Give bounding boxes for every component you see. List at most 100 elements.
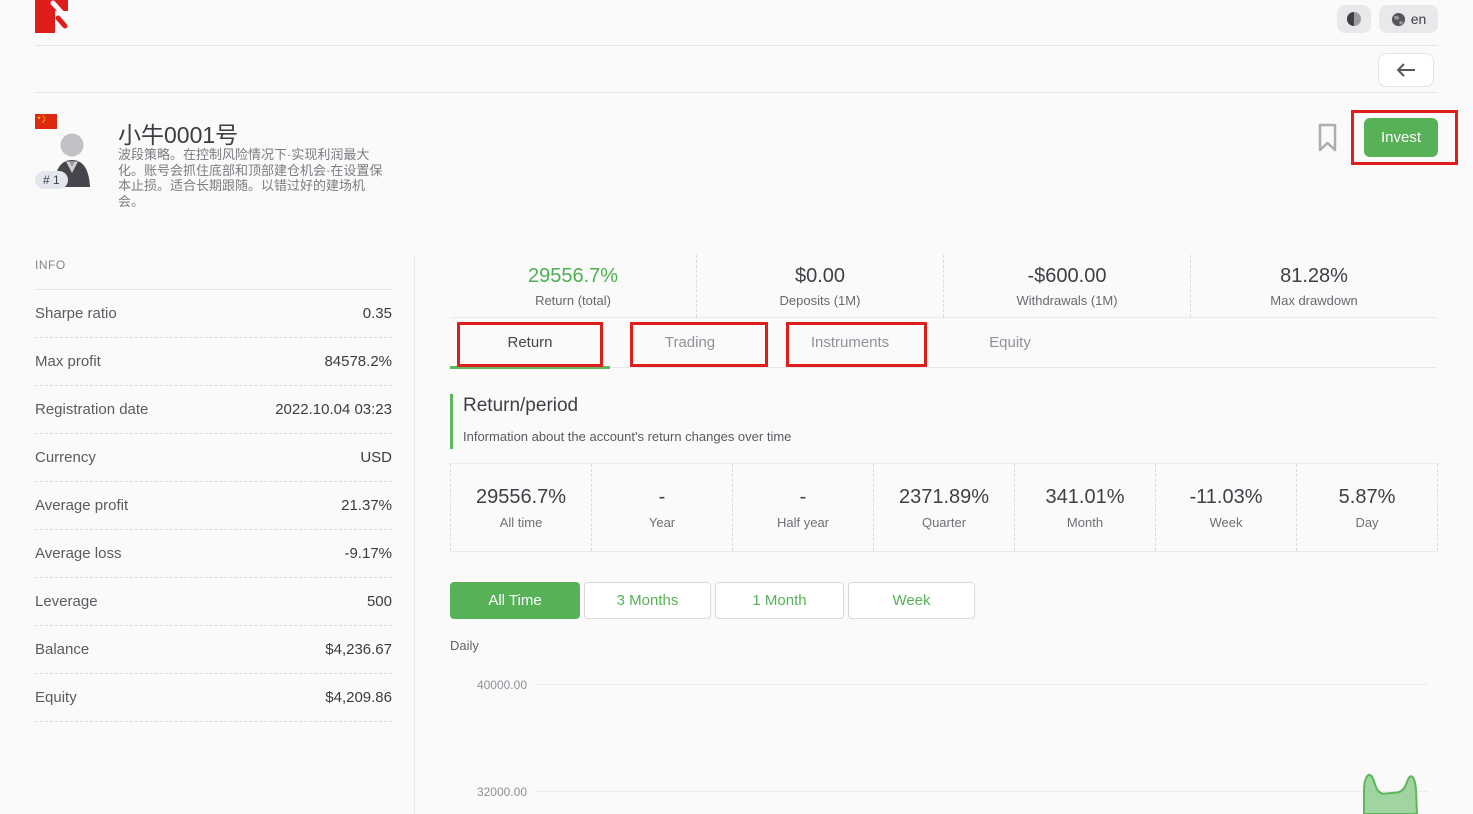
period-value: - xyxy=(800,486,807,509)
period-week: -11.03% Week xyxy=(1155,464,1296,551)
range-buttons: All Time 3 Months 1 Month Week xyxy=(450,582,975,619)
period-label: Half year xyxy=(777,515,829,530)
section-subtitle: Information about the account's return c… xyxy=(463,429,791,444)
info-label: Registration date xyxy=(35,401,148,418)
period-value: -11.03% xyxy=(1189,486,1262,509)
theme-toggle-button[interactable] xyxy=(1337,5,1371,33)
y-axis-tick: 40000.00 xyxy=(430,678,527,692)
stat-label: Withdrawals (1M) xyxy=(1016,293,1117,308)
period-label: All time xyxy=(500,515,543,530)
info-label: Leverage xyxy=(35,593,98,610)
stat-value: -$600.00 xyxy=(1028,265,1107,288)
period-label: Day xyxy=(1355,515,1378,530)
stat-value: 81.28% xyxy=(1280,265,1348,288)
stat-max-drawdown: 81.28% Max drawdown xyxy=(1190,255,1437,317)
stat-label: Return (total) xyxy=(535,293,611,308)
account-name: 小牛0001号 xyxy=(118,116,238,150)
range-3-months-button[interactable]: 3 Months xyxy=(584,582,711,619)
gridline xyxy=(535,684,1428,685)
period-label: Month xyxy=(1067,515,1103,530)
brand-logo-icon[interactable] xyxy=(35,0,68,33)
area-chart-series xyxy=(1359,770,1425,814)
info-row-average-loss: Average loss -9.17% xyxy=(35,530,392,578)
stat-label: Max drawdown xyxy=(1270,293,1357,308)
info-value: $4,236.67 xyxy=(325,641,392,658)
tab-instruments[interactable]: Instruments xyxy=(770,318,930,367)
contrast-icon xyxy=(1346,11,1362,27)
info-panel-title: INFO xyxy=(35,258,66,272)
range-1-month-button[interactable]: 1 Month xyxy=(715,582,844,619)
china-flag-icon xyxy=(35,114,57,129)
section-accent-bar xyxy=(450,394,453,449)
info-value: USD xyxy=(360,449,392,466)
bookmark-icon[interactable] xyxy=(1318,123,1337,152)
rank-badge: # 1 xyxy=(35,171,68,189)
info-label: Currency xyxy=(35,449,96,466)
stat-return-total: 29556.7% Return (total) xyxy=(450,255,696,317)
info-value: 21.37% xyxy=(341,497,392,514)
section-title: Return/period xyxy=(463,395,578,417)
info-row-leverage: Leverage 500 xyxy=(35,578,392,626)
info-label: Balance xyxy=(35,641,89,658)
invest-button[interactable]: Invest xyxy=(1364,118,1438,157)
range-week-button[interactable]: Week xyxy=(848,582,975,619)
period-half-year: - Half year xyxy=(732,464,873,551)
info-row-equity: Equity $4,209.86 xyxy=(35,674,392,722)
period-quarter: 2371.89% Quarter xyxy=(873,464,1014,551)
panel-divider xyxy=(414,256,415,814)
stat-deposits: $0.00 Deposits (1M) xyxy=(696,255,943,317)
account-description: 波段策略。在控制风险情况下·实现利润最大化。账号会抓住底部和顶部建仓机会·在设置… xyxy=(118,147,388,209)
summary-stats: 29556.7% Return (total) $0.00 Deposits (… xyxy=(450,255,1437,318)
arrow-left-icon xyxy=(1396,63,1416,77)
period-label: Week xyxy=(1210,515,1243,530)
info-value: 2022.10.04 03:23 xyxy=(275,401,392,418)
tab-trading[interactable]: Trading xyxy=(610,318,770,367)
info-value: 84578.2% xyxy=(324,353,392,370)
info-row-balance: Balance $4,236.67 xyxy=(35,626,392,674)
language-button[interactable]: en xyxy=(1379,5,1438,33)
info-value: $4,209.86 xyxy=(325,689,392,706)
info-label: Equity xyxy=(35,689,77,706)
tabbar: Return Trading Instruments Equity xyxy=(450,318,1437,368)
info-label: Max profit xyxy=(35,353,101,370)
period-month: 341.01% Month xyxy=(1014,464,1155,551)
stat-value: 29556.7% xyxy=(528,265,618,288)
tab-return[interactable]: Return xyxy=(450,318,610,367)
period-year: - Year xyxy=(591,464,732,551)
period-label: Year xyxy=(649,515,675,530)
period-value: 341.01% xyxy=(1046,486,1125,509)
period-all-time: 29556.7% All time xyxy=(450,464,591,551)
account-page: en # 1 小牛0001号 波段策略。在控制风险情况下·实现利润最大化。账号会… xyxy=(0,0,1473,814)
period-value: - xyxy=(659,486,666,509)
info-row-sharpe-ratio: Sharpe ratio 0.35 xyxy=(35,290,392,338)
chart-frequency-label: Daily xyxy=(450,638,479,653)
info-value: 500 xyxy=(367,593,392,610)
y-axis-tick: 32000.00 xyxy=(430,785,527,799)
info-row-currency: Currency USD xyxy=(35,434,392,482)
info-row-max-profit: Max profit 84578.2% xyxy=(35,338,392,386)
header-divider xyxy=(35,45,1438,46)
period-stats: 29556.7% All time - Year - Half year 237… xyxy=(450,464,1438,552)
stat-label: Deposits (1M) xyxy=(780,293,861,308)
gridline xyxy=(535,791,1428,792)
info-value: -9.17% xyxy=(344,545,392,562)
subheader-divider xyxy=(35,92,1438,93)
period-value: 29556.7% xyxy=(476,486,566,509)
stat-value: $0.00 xyxy=(795,265,845,288)
info-value: 0.35 xyxy=(363,305,392,322)
period-value: 5.87% xyxy=(1339,486,1396,509)
period-value: 2371.89% xyxy=(899,486,989,509)
info-label: Average profit xyxy=(35,497,128,514)
period-day: 5.87% Day xyxy=(1296,464,1438,551)
info-row-registration-date: Registration date 2022.10.04 03:23 xyxy=(35,386,392,434)
globe-icon xyxy=(1391,12,1406,27)
back-button[interactable] xyxy=(1378,53,1434,87)
stat-withdrawals: -$600.00 Withdrawals (1M) xyxy=(943,255,1190,317)
tab-equity[interactable]: Equity xyxy=(930,318,1090,367)
period-label: Quarter xyxy=(922,515,966,530)
range-all-time-button[interactable]: All Time xyxy=(450,582,580,619)
info-row-average-profit: Average profit 21.37% xyxy=(35,482,392,530)
language-label: en xyxy=(1411,11,1427,27)
info-label: Sharpe ratio xyxy=(35,305,117,322)
info-label: Average loss xyxy=(35,545,121,562)
